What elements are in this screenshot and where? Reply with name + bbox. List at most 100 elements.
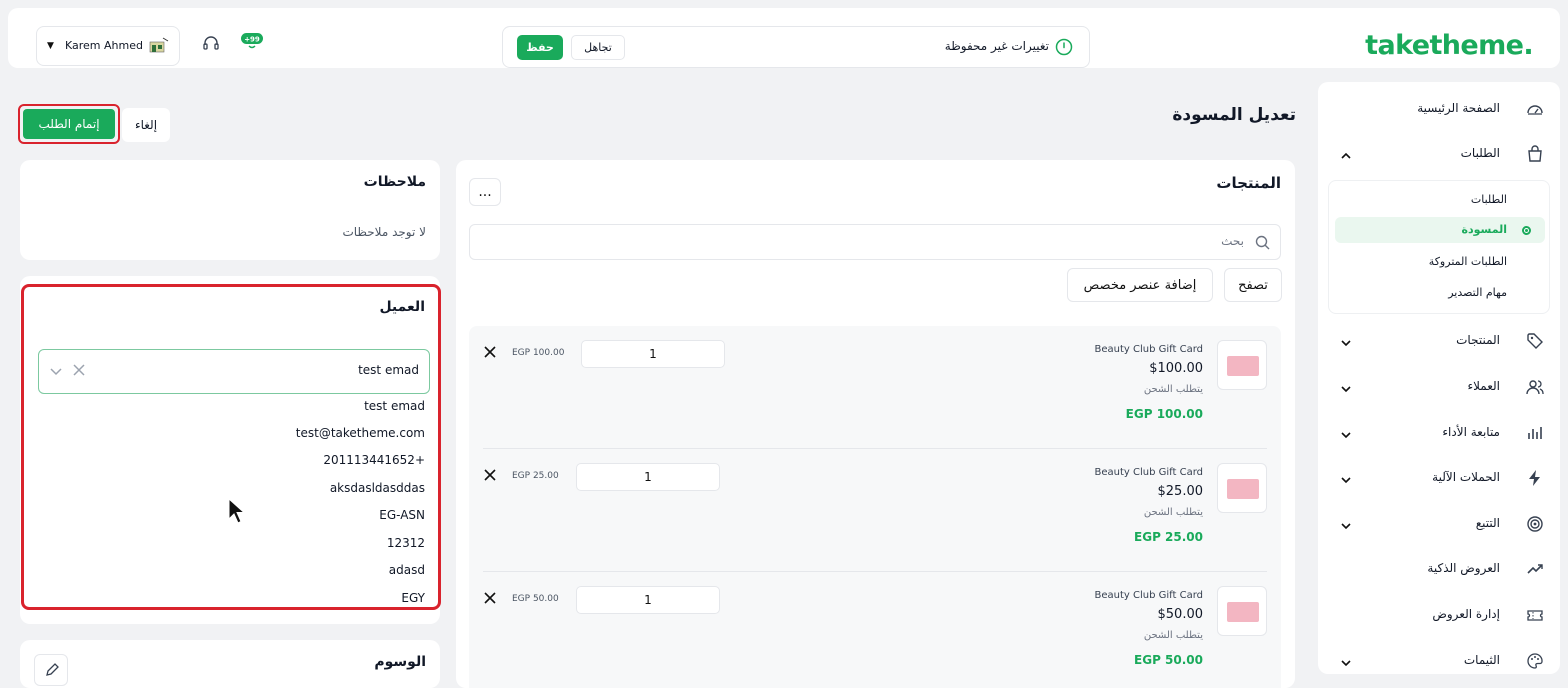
- tags-card: الوسوم: [20, 640, 440, 688]
- products-title: المنتجات: [1216, 174, 1281, 192]
- orders-submenu: الطلبات المسودة الطلبات المتروكة مهام ال…: [1328, 180, 1550, 314]
- notification-badge-icon[interactable]: +99: [241, 33, 263, 51]
- product-price: $25.00: [1157, 484, 1204, 499]
- chevron-down-icon[interactable]: [50, 365, 62, 377]
- sidebar-item-customers[interactable]: العملاء: [1318, 369, 1560, 405]
- edit-tags-button[interactable]: [34, 654, 68, 686]
- shipping-required: يتطلب الشحن: [1143, 630, 1203, 641]
- save-button[interactable]: حفظ: [517, 35, 563, 60]
- customer-postal-code: 12312: [386, 536, 425, 550]
- quantity-input[interactable]: 1: [581, 340, 725, 368]
- product-thumbnail: [1217, 586, 1267, 636]
- submenu-item-export-tasks[interactable]: مهام التصدير: [1329, 280, 1549, 306]
- headset-icon[interactable]: [202, 35, 220, 53]
- browse-button[interactable]: تصفح: [1224, 268, 1282, 302]
- search-placeholder: بحث: [1221, 234, 1244, 248]
- sidebar-item-performance[interactable]: متابعة الأداء: [1318, 415, 1560, 451]
- target-icon: [1526, 515, 1544, 533]
- pencil-icon: [46, 663, 59, 676]
- chevron-down-icon[interactable]: [1340, 471, 1352, 490]
- sidebar-item-label: العروض الذكية: [1427, 561, 1500, 575]
- caret-down-icon: ▼: [47, 41, 54, 51]
- customer-select[interactable]: test emad: [38, 349, 430, 394]
- brand-logo[interactable]: taketheme.: [1365, 30, 1533, 61]
- sidebar-item-smart-offers[interactable]: العروض الذكية: [1318, 551, 1560, 587]
- customer-select-value: test emad: [358, 363, 419, 377]
- customer-card: العميل test emad test emad test@takethem…: [20, 276, 441, 624]
- sidebar-item-label: المنتجات: [1456, 333, 1500, 347]
- close-icon[interactable]: [484, 346, 496, 358]
- quantity-input[interactable]: 1: [576, 463, 720, 491]
- customer-email[interactable]: test@taketheme.com: [296, 426, 425, 440]
- add-custom-item-button[interactable]: إضافة عنصر مخصص: [1067, 268, 1213, 302]
- submenu-item-drafts[interactable]: المسودة: [1335, 217, 1545, 243]
- clock-icon: [1055, 38, 1073, 56]
- users-icon: [1526, 378, 1544, 396]
- product-name[interactable]: Beauty Club Gift Card: [1095, 590, 1204, 601]
- product-thumbnail: [1217, 340, 1267, 390]
- dashboard-icon: [1526, 100, 1544, 118]
- shopping-bag-icon: [1526, 145, 1544, 163]
- sidebar-item-automations[interactable]: الحملات الآلية: [1318, 460, 1560, 496]
- ticket-icon: [1526, 606, 1544, 624]
- discard-button[interactable]: تجاهل: [571, 35, 625, 60]
- store-avatar-icon: [149, 37, 169, 53]
- products-card: المنتجات ... بحث تصفح إضافة عنصر مخصص Be…: [456, 160, 1295, 688]
- product-thumbnail: [1217, 463, 1267, 513]
- shipping-required: يتطلب الشحن: [1143, 507, 1203, 518]
- more-options-button[interactable]: ...: [469, 178, 501, 206]
- palette-icon: [1526, 652, 1544, 670]
- close-icon[interactable]: [484, 469, 496, 481]
- sidebar-item-offers-management[interactable]: إدارة العروض: [1318, 597, 1560, 633]
- customer-region: EG-ASN: [379, 508, 425, 522]
- unsaved-changes-text: تغييرات غير محفوظة: [944, 39, 1049, 53]
- lightning-icon: [1526, 469, 1544, 487]
- sidebar-item-tracking[interactable]: التتبع: [1318, 506, 1560, 542]
- sidebar-item-products[interactable]: المنتجات: [1318, 323, 1560, 359]
- customer-address: aksdasldasddas: [329, 481, 425, 495]
- user-name: Karem Ahmed: [65, 39, 143, 52]
- product-name[interactable]: Beauty Club Gift Card: [1095, 467, 1204, 478]
- chevron-up-icon[interactable]: [1340, 147, 1352, 166]
- notes-card: ملاحظات لا توجد ملاحظات: [20, 160, 440, 260]
- product-name[interactable]: Beauty Club Gift Card: [1095, 344, 1204, 355]
- shipping-required: يتطلب الشحن: [1143, 384, 1203, 395]
- chevron-down-icon[interactable]: [1340, 334, 1352, 353]
- product-items-list: Beauty Club Gift Card $100.00 يتطلب الشح…: [469, 326, 1281, 688]
- user-menu[interactable]: ▼ Karem Ahmed: [36, 26, 180, 66]
- svg-text:+99: +99: [244, 36, 260, 44]
- gift-card-image: [1227, 356, 1259, 376]
- chevron-down-icon[interactable]: [1340, 517, 1352, 536]
- sidebar: الصفحة الرئيسية الطلبات الطلبات المسودة …: [1318, 82, 1560, 674]
- line-total: EGP 25.00: [512, 471, 559, 481]
- complete-order-highlight: إتمام الطلب: [18, 104, 120, 144]
- product-price: $50.00: [1157, 607, 1204, 622]
- chevron-down-icon[interactable]: [1340, 426, 1352, 445]
- line-total: EGP 100.00: [512, 348, 565, 358]
- chevron-down-icon[interactable]: [1340, 654, 1352, 673]
- product-search-input[interactable]: بحث: [469, 224, 1281, 260]
- mouse-cursor-icon: [228, 498, 246, 524]
- product-total: EGP 25.00: [1134, 530, 1203, 544]
- sidebar-item-label: إدارة العروض: [1432, 607, 1500, 621]
- complete-order-button[interactable]: إتمام الطلب: [23, 109, 115, 139]
- line-total: EGP 50.00: [512, 594, 559, 604]
- sidebar-item-home[interactable]: الصفحة الرئيسية: [1318, 91, 1560, 127]
- gift-card-image: [1227, 602, 1259, 622]
- sidebar-item-orders[interactable]: الطلبات: [1318, 136, 1560, 172]
- cancel-button[interactable]: إلغاء: [122, 108, 170, 142]
- unsaved-changes-bar: تغييرات غير محفوظة حفظ تجاهل: [502, 26, 1090, 68]
- submenu-item-orders[interactable]: الطلبات: [1329, 187, 1549, 213]
- list-item: Beauty Club Gift Card $50.00 يتطلب الشحن…: [469, 572, 1281, 688]
- sidebar-item-themes[interactable]: الثيمات: [1318, 643, 1560, 674]
- submenu-item-abandoned[interactable]: الطلبات المتروكة: [1329, 249, 1549, 275]
- sidebar-item-label: الصفحة الرئيسية: [1417, 101, 1500, 115]
- clear-icon[interactable]: [73, 364, 85, 376]
- quantity-input[interactable]: 1: [576, 586, 720, 614]
- close-icon[interactable]: [484, 592, 496, 604]
- chevron-down-icon[interactable]: [1340, 380, 1352, 399]
- customer-phone: 201113441652+: [323, 453, 425, 467]
- sidebar-item-label: التتبع: [1475, 516, 1500, 530]
- customer-country: EGY: [401, 591, 425, 605]
- page-title: تعديل المسودة: [1172, 105, 1296, 125]
